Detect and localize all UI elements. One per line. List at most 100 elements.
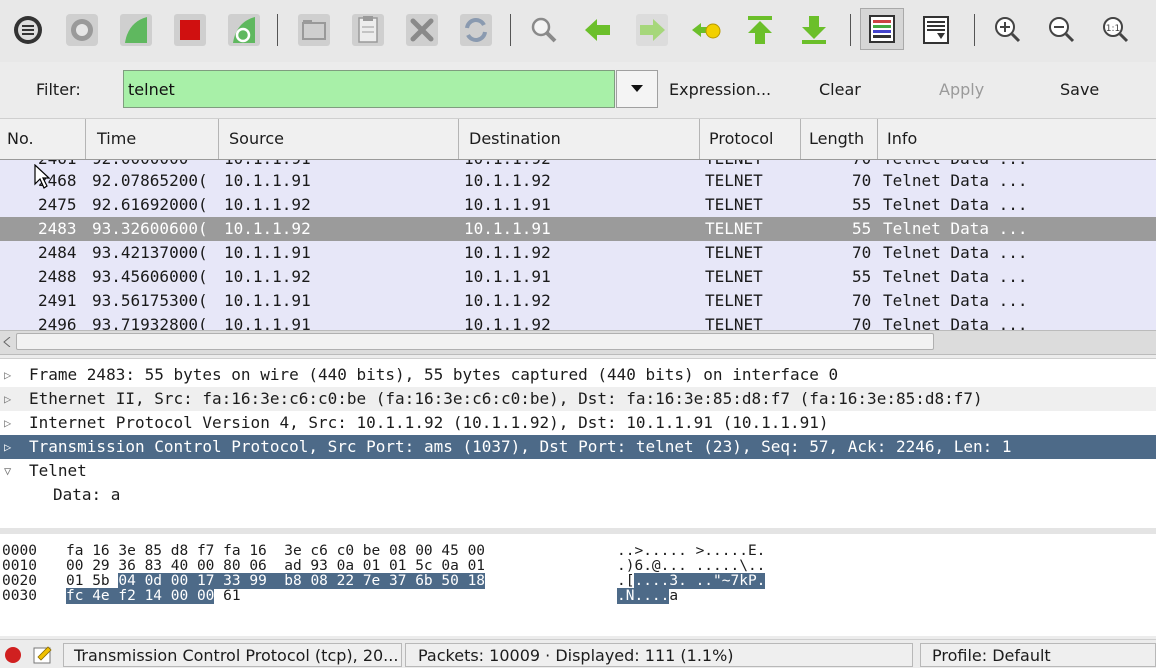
detail-tree-item[interactable]: ▷ Internet Protocol Version 4, Src: 10.1.… xyxy=(0,411,1156,435)
restart-capture-icon[interactable] xyxy=(226,12,262,48)
cell-info: Telnet Data ... xyxy=(883,171,1028,190)
cell-destination: 10.1.1.92 xyxy=(464,243,551,262)
filter-input[interactable] xyxy=(123,70,615,108)
save-file-icon[interactable] xyxy=(350,12,386,48)
bytes: 61 xyxy=(214,588,241,604)
scrollbar-thumb[interactable] xyxy=(16,333,934,350)
packet-bytes-pane[interactable]: 0000 fa 16 3e 85 d8 f7 fa 16 3e c6 c0 be … xyxy=(0,528,1156,636)
interfaces-icon[interactable] xyxy=(10,12,46,48)
capture-comment-icon[interactable] xyxy=(32,644,54,664)
cell-destination: 10.1.1.91 xyxy=(464,267,551,286)
table-row[interactable]: 2468 92.07865200(10.1.1.91 10.1.1.92 TELNET… xyxy=(0,169,1156,193)
detail-tree-item[interactable]: ▷ Frame 2483: 55 bytes on wire (440 bits)… xyxy=(0,363,1156,387)
cell-time: 93.32600600( xyxy=(92,219,208,238)
table-row[interactable]: 2484 93.42137000(10.1.1.91 10.1.1.92 TELNET… xyxy=(0,241,1156,265)
collapsed-triangle-icon[interactable]: ▷ xyxy=(4,435,20,459)
detail-tree-text: Frame 2483: 55 bytes on wire (440 bits),… xyxy=(29,365,839,384)
cell-protocol: TELNET xyxy=(705,171,763,190)
scroll-left-icon[interactable] xyxy=(3,337,11,347)
zoom-in-icon[interactable] xyxy=(990,12,1026,48)
cell-source: 10.1.1.92 xyxy=(224,267,311,286)
cell-no: 2491 xyxy=(38,291,77,310)
capture-options-icon[interactable] xyxy=(64,12,100,48)
hex-ascii: .N....a xyxy=(617,587,678,605)
cell-length: 70 xyxy=(852,315,872,330)
expanded-triangle-icon[interactable]: ▽ xyxy=(4,459,20,483)
go-forward-icon[interactable] xyxy=(634,12,670,48)
telnet-data-item[interactable]: Data: a xyxy=(0,483,1156,507)
cell-time: 93.42137000( xyxy=(92,243,208,262)
cell-info: Telnet Data ... xyxy=(883,219,1028,238)
column-header-length[interactable]: Length xyxy=(801,119,878,159)
apply-button[interactable]: Apply xyxy=(939,80,984,99)
cell-info: Telnet Data ... xyxy=(883,267,1028,286)
filter-dropdown-button[interactable] xyxy=(616,70,658,108)
detail-tree-text: Transmission Control Protocol, Src Port:… xyxy=(29,437,1012,456)
bytes: 0030 xyxy=(2,588,37,604)
cell-no: 2483 xyxy=(38,219,77,238)
cell-destination: 10.1.1.91 xyxy=(464,195,551,214)
reload-icon[interactable] xyxy=(458,12,494,48)
cell-time: 92.07865200( xyxy=(92,171,208,190)
cell-source: 10.1.1.92 xyxy=(224,219,311,238)
cell-destination: 10.1.1.92 xyxy=(464,315,551,330)
detail-tree-item[interactable]: ▷ Ethernet II, Src: fa:16:3e:c6:c0:be (fa… xyxy=(0,387,1156,411)
table-row[interactable]: 2496 93.71932800(10.1.1.91 10.1.1.92 TELNET… xyxy=(0,313,1156,330)
cell-destination: 10.1.1.92 xyxy=(464,171,551,190)
packet-list-horizontal-scrollbar[interactable] xyxy=(0,330,1156,355)
table-row[interactable]: 2491 93.56175300(10.1.1.91 10.1.1.92 TELNET… xyxy=(0,289,1156,313)
column-header-no[interactable]: No. xyxy=(0,119,86,159)
column-header-destination[interactable]: Destination xyxy=(459,119,700,159)
normal-size-icon[interactable]: 1:1 xyxy=(1098,12,1134,48)
first-packet-icon[interactable] xyxy=(742,12,778,48)
table-row-selected[interactable]: 2483 93.32600600(10.1.1.92 10.1.1.91 TELNET… xyxy=(0,217,1156,241)
cell-length: 55 xyxy=(852,195,872,214)
cell-destination: 10.1.1.92 xyxy=(464,291,551,310)
cell-no: 2475 xyxy=(38,195,77,214)
expert-info-icon[interactable] xyxy=(4,646,22,664)
table-row[interactable]: 2488 93.45606000(10.1.1.92 10.1.1.91 TELNET… xyxy=(0,265,1156,289)
cell-length: 70 xyxy=(852,291,872,310)
cell-destination: 10.1.1.91 xyxy=(464,219,551,238)
column-header-protocol[interactable]: Protocol xyxy=(700,119,801,159)
auto-scroll-icon[interactable] xyxy=(918,12,954,48)
cell-no: 2488 xyxy=(38,267,77,286)
go-to-packet-icon[interactable] xyxy=(688,12,724,48)
column-header-time[interactable]: Time xyxy=(86,119,219,159)
packet-list[interactable]: 2461 92.0000000 10.1.1.91 10.1.1.92 TELN… xyxy=(0,160,1156,330)
find-packet-icon[interactable] xyxy=(526,12,562,48)
cell-time: 93.45606000( xyxy=(92,267,208,286)
cell-source: 10.1.1.91 xyxy=(224,171,311,190)
column-header-source[interactable]: Source xyxy=(219,119,459,159)
expression-button[interactable]: Expression... xyxy=(669,80,771,99)
zoom-out-icon[interactable] xyxy=(1044,12,1080,48)
last-packet-icon[interactable] xyxy=(796,12,832,48)
detail-tree-item[interactable]: ▽ Telnet xyxy=(0,459,1156,483)
cell-time: 92.61692000( xyxy=(92,195,208,214)
cell-protocol: TELNET xyxy=(705,195,763,214)
start-capture-icon[interactable] xyxy=(118,12,154,48)
column-header-info[interactable]: Info xyxy=(878,119,1156,159)
collapsed-triangle-icon[interactable]: ▷ xyxy=(4,387,20,411)
packet-details-tree[interactable]: ▷ Frame 2483: 55 bytes on wire (440 bits)… xyxy=(0,358,1156,529)
packet-list-header: No. Time Source Destination Protocol Len… xyxy=(0,119,1156,160)
close-file-icon[interactable] xyxy=(404,12,440,48)
telnet-data-text: Data: a xyxy=(53,485,121,504)
go-back-icon[interactable] xyxy=(580,12,616,48)
detail-tree-item[interactable]: ▷ Transmission Control Protocol, Src Port… xyxy=(0,435,1156,459)
clear-button[interactable]: Clear xyxy=(819,80,861,99)
save-filter-button[interactable]: Save xyxy=(1060,80,1099,99)
colorize-icon[interactable] xyxy=(860,8,904,50)
cell-protocol: TELNET xyxy=(705,291,763,310)
open-file-icon[interactable] xyxy=(296,12,332,48)
cell-info: Telnet Data ... xyxy=(883,291,1028,310)
status-profile[interactable]: Profile: Default xyxy=(920,643,1156,667)
cell-length: 55 xyxy=(852,267,872,286)
collapsed-triangle-icon[interactable]: ▷ xyxy=(4,363,20,387)
table-row[interactable]: 2475 92.61692000( 10.1.1.92 10.1.1.91 TELNET… xyxy=(0,193,1156,217)
stop-capture-icon[interactable] xyxy=(172,12,208,48)
cell-source: 10.1.1.92 xyxy=(224,195,311,214)
cell-length: 70 xyxy=(852,171,872,190)
collapsed-triangle-icon[interactable]: ▷ xyxy=(4,411,20,435)
cell-length: 70 xyxy=(852,243,872,262)
